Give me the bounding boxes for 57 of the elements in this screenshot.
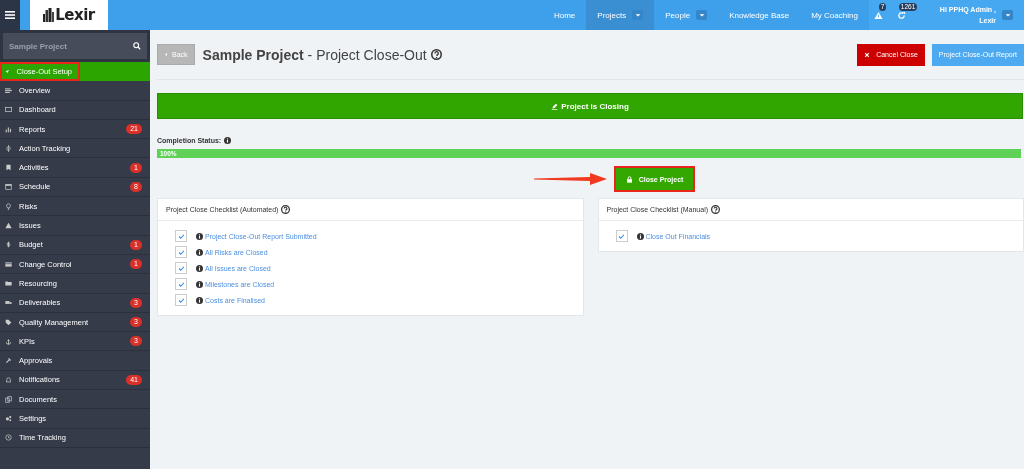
gears-icon xyxy=(5,415,12,422)
checkbox[interactable] xyxy=(175,262,187,274)
search-icon xyxy=(133,42,141,50)
dropdown-button[interactable] xyxy=(696,10,708,20)
close-icon xyxy=(864,51,871,58)
checkbox[interactable] xyxy=(175,278,187,290)
buildings-icon xyxy=(43,8,55,22)
tag-icon xyxy=(5,318,12,326)
help-icon xyxy=(281,205,291,214)
status-banner: Project is Closing xyxy=(157,93,1023,119)
alert-button[interactable] xyxy=(874,10,884,20)
gavel-icon xyxy=(5,357,12,365)
check-icon xyxy=(618,232,625,240)
send-icon xyxy=(5,67,10,75)
card-icon xyxy=(5,260,12,268)
logo[interactable]: Lexir xyxy=(30,0,108,30)
anchor-icon xyxy=(5,337,12,345)
info-icon xyxy=(196,232,203,240)
info-icon xyxy=(196,296,203,304)
checkbox[interactable] xyxy=(175,294,187,306)
caret-icon xyxy=(164,52,169,57)
checkbox[interactable] xyxy=(175,230,187,242)
bookmark-icon xyxy=(5,164,12,172)
list-icon xyxy=(5,86,12,94)
checkbox[interactable] xyxy=(175,246,187,258)
menu-icon xyxy=(5,10,15,20)
info-icon xyxy=(196,264,203,272)
crosshair-icon xyxy=(5,144,12,152)
warning-icon xyxy=(874,10,884,20)
caret-icon xyxy=(633,11,642,19)
pencil-icon xyxy=(551,102,559,110)
clock-icon xyxy=(5,434,12,442)
help-icon xyxy=(430,49,442,60)
lock-icon xyxy=(625,175,633,183)
copy-icon xyxy=(5,395,12,403)
bell-icon xyxy=(5,376,12,384)
dropdown-button[interactable] xyxy=(1002,10,1013,20)
alert-button[interactable] xyxy=(897,10,907,20)
dollar-icon xyxy=(5,241,12,249)
page-title: Sample Project - Project Close-Out xyxy=(202,46,427,63)
monitor-icon xyxy=(5,106,12,114)
caret-icon xyxy=(1003,11,1012,19)
calendar-icon xyxy=(5,183,12,191)
bulb-icon xyxy=(5,202,12,210)
help-icon xyxy=(711,205,721,214)
info-icon xyxy=(196,248,203,256)
checkbox[interactable] xyxy=(615,230,628,242)
folder-icon xyxy=(5,279,12,287)
warning-icon xyxy=(5,222,12,229)
caret-icon xyxy=(697,11,706,19)
bar-chart-icon xyxy=(5,125,12,133)
info-icon xyxy=(224,137,232,144)
info-icon xyxy=(636,232,644,240)
info-icon xyxy=(196,280,203,288)
dropdown-button[interactable] xyxy=(632,10,644,20)
refresh-icon xyxy=(897,10,907,20)
menu-button[interactable] xyxy=(0,0,20,30)
